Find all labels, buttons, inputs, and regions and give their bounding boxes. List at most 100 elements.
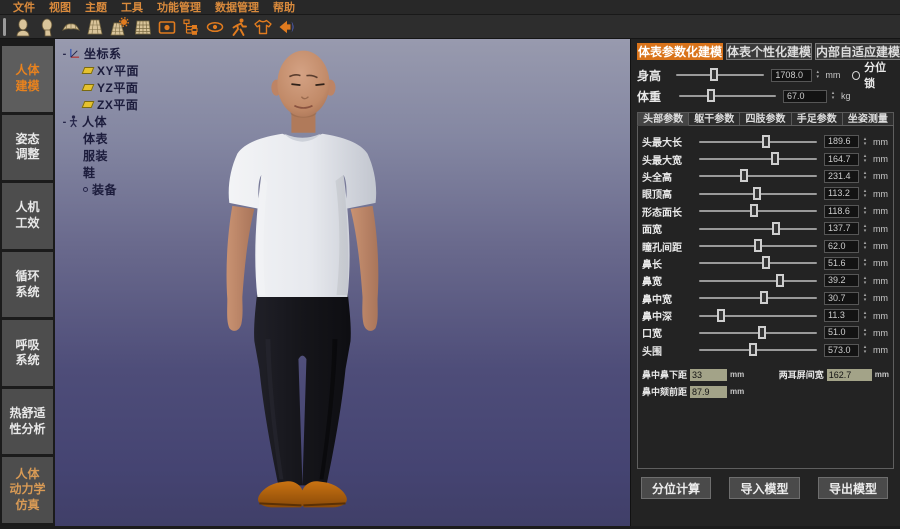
param-slider[interactable] [699,193,817,195]
module-tab[interactable]: 人机 工效 [2,183,53,249]
module-tab[interactable]: 人体 建模 [2,46,53,112]
module-tab[interactable]: 循环 系统 [2,252,53,318]
param-spinner[interactable]: ▴▾ [860,344,870,357]
back-arrow-icon[interactable] [275,16,299,38]
running-man-icon[interactable] [227,16,251,38]
param-slider-handle[interactable] [760,291,768,304]
menu-item[interactable]: 视图 [42,0,78,15]
param-slider[interactable] [699,280,817,282]
height-slider-handle[interactable] [710,68,718,81]
param-slider[interactable] [699,158,817,160]
param-value-input[interactable]: 11.3 [824,309,859,322]
display-icon[interactable] [155,16,179,38]
menu-item[interactable]: 主题 [78,0,114,15]
param-slider-handle[interactable] [749,343,757,356]
param-value-input[interactable]: 231.4 [824,170,859,183]
module-tab[interactable]: 热舒适 性分析 [2,389,53,455]
modeling-tab[interactable]: 体表个性化建模 [726,43,812,60]
param-slider[interactable] [699,297,817,299]
module-tab[interactable]: 姿态 调整 [2,115,53,181]
param-slider[interactable] [699,141,817,143]
tshirt-icon[interactable] [251,16,275,38]
param-value-input[interactable]: 62.0 [824,240,859,253]
param-slider[interactable] [699,349,817,351]
param-spinner[interactable]: ▴▾ [860,326,870,339]
tree-expander[interactable]: - [60,48,69,60]
tree-node[interactable]: 服装 [60,147,139,164]
mesh-gear-icon[interactable] [107,16,131,38]
viewport-3d[interactable]: - 坐标系 XY平面 YZ平面 ZX平面 - 人体 [55,39,630,526]
param-slider-handle[interactable] [772,222,780,235]
param-slider-handle[interactable] [776,274,784,287]
param-tab[interactable]: 头部参数 [637,112,689,126]
weight-slider[interactable] [679,95,776,97]
height-value-input[interactable]: 1708.0 [771,69,812,82]
param-value-input[interactable]: 573.0 [824,344,859,357]
mesh-skirt-icon[interactable] [83,16,107,38]
height-slider[interactable] [676,74,765,76]
percentile-lock[interactable]: 分位锁 [852,59,894,91]
param-slider-handle[interactable] [754,239,762,252]
tree-node[interactable]: 鞋 [60,164,139,181]
param-value-input[interactable]: 39.2 [824,274,859,287]
head-side-icon[interactable] [35,16,59,38]
param-slider-handle[interactable] [740,169,748,182]
import-model-button[interactable]: 导入模型 [729,477,799,499]
param-value-input[interactable]: 189.6 [824,135,859,148]
tree-node[interactable]: - 人体 [60,113,139,130]
tree-node[interactable]: YZ平面 [60,79,139,96]
module-tab[interactable]: 呼吸 系统 [2,320,53,386]
param-tab[interactable]: 四肢参数 [740,112,791,126]
param-spinner[interactable]: ▴▾ [860,170,870,183]
param-slider-handle[interactable] [758,326,766,339]
bust-front-icon[interactable] [11,16,35,38]
module-tab[interactable]: 人体 动力学 仿真 [2,457,53,523]
tree-node[interactable]: ZX平面 [60,96,139,113]
weight-value-input[interactable]: 67.0 [783,90,827,103]
param-value-input[interactable]: 118.6 [824,205,859,218]
param-slider-handle[interactable] [717,309,725,322]
param-value-input[interactable]: 51.0 [824,326,859,339]
weight-spinner[interactable]: ▴▾ [828,90,838,103]
param-slider[interactable] [699,262,817,264]
hierarchy-icon[interactable] [179,16,203,38]
menu-item[interactable]: 帮助 [266,0,302,15]
param-slider[interactable] [699,175,817,177]
height-spinner[interactable]: ▴▾ [813,69,822,82]
param-tab[interactable]: 坐姿测量 [843,112,894,126]
modeling-tab[interactable]: 内部自适应建模 [815,43,900,60]
tree-node[interactable]: XY平面 [60,62,139,79]
tree-node[interactable]: 装备 [60,181,139,198]
ro-value-input[interactable]: 87.9 [690,386,727,398]
param-value-input[interactable]: 113.2 [824,187,859,200]
param-value-input[interactable]: 164.7 [824,153,859,166]
export-model-button[interactable]: 导出模型 [818,477,888,499]
mesh-surface-icon[interactable] [59,16,83,38]
param-slider[interactable] [699,332,817,334]
menu-item[interactable]: 工具 [114,0,150,15]
menu-item[interactable]: 文件 [6,0,42,15]
param-slider[interactable] [699,245,817,247]
param-value-input[interactable]: 137.7 [824,222,859,235]
param-spinner[interactable]: ▴▾ [860,257,870,270]
param-tab[interactable]: 手足参数 [792,112,843,126]
percentile-calc-button[interactable]: 分位计算 [641,477,711,499]
radio-icon[interactable] [852,71,860,80]
param-slider-handle[interactable] [771,152,779,165]
menu-item[interactable]: 功能管理 [150,0,208,15]
param-tab[interactable]: 躯干参数 [689,112,740,126]
param-spinner[interactable]: ▴▾ [860,153,870,166]
param-spinner[interactable]: ▴▾ [860,292,870,305]
param-slider-handle[interactable] [753,187,761,200]
modeling-tab[interactable]: 体表参数化建模 [637,43,723,60]
param-spinner[interactable]: ▴▾ [860,205,870,218]
param-spinner[interactable]: ▴▾ [860,274,870,287]
tree-expander[interactable]: - [60,116,69,128]
tree-node[interactable]: 体表 [60,130,139,147]
param-spinner[interactable]: ▴▾ [860,222,870,235]
eye-icon[interactable] [203,16,227,38]
param-slider[interactable] [699,315,817,317]
mesh-grid-icon[interactable] [131,16,155,38]
param-value-input[interactable]: 51.6 [824,257,859,270]
param-slider[interactable] [699,228,817,230]
